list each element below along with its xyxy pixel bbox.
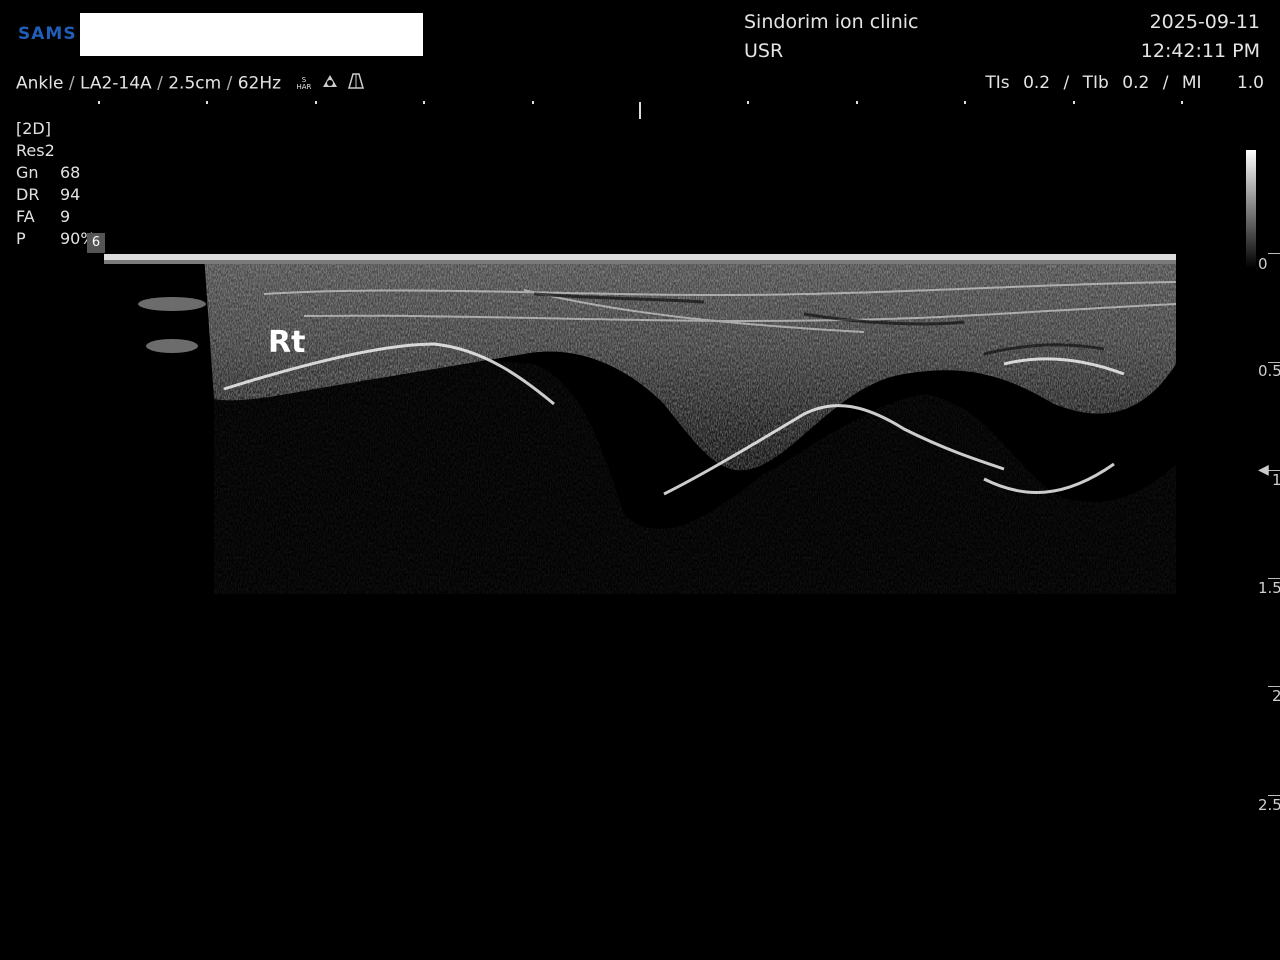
- brand-logo: SAMS: [18, 24, 77, 44]
- tib-label: TIb: [1082, 73, 1109, 93]
- preset-label: Ankle: [16, 73, 64, 94]
- resolution-label: Res2: [16, 141, 55, 160]
- focus-marker-icon[interactable]: 6: [87, 233, 105, 253]
- probe-info-bar: Ankle / LA2-14A / 2.5cm / 62Hz S HAR: [16, 73, 365, 94]
- harmonic-indicator: S HAR: [296, 75, 312, 91]
- lateral-ruler: [98, 101, 1183, 119]
- ultrasound-image[interactable]: [104, 254, 1176, 594]
- exam-time: 12:42:11 PM: [1140, 40, 1260, 62]
- exam-date: 2025-09-11: [1149, 11, 1260, 33]
- tis-label: TIs: [985, 73, 1010, 93]
- depth-label-0: 0: [1258, 255, 1268, 273]
- probe-label: LA2-14A: [79, 73, 152, 94]
- operator-id: USR: [744, 40, 784, 62]
- datetime: 2025-09-11 12:42:11 PM: [1141, 8, 1260, 66]
- frame-rate-label: 62Hz: [237, 73, 282, 94]
- clinic-name: Sindorim ion clinic: [744, 11, 919, 33]
- focus-depth-arrow-icon: ◀: [1258, 462, 1269, 478]
- depth-label-1-5: 1.5: [1258, 579, 1280, 597]
- redacted-patient-info: [80, 13, 423, 56]
- depth-label-1: 1: [1272, 471, 1280, 489]
- mi-label: MI: [1181, 73, 1202, 93]
- depth-label-0-5: 0.5: [1258, 362, 1280, 380]
- safety-indices: TIs 0.2 / TIb 0.2 / MI 1.0: [985, 73, 1264, 93]
- depth-scale: 0 0.5 1 ◀ 1.5 2 2.5: [1252, 0, 1280, 960]
- power-row: P 90%: [16, 229, 96, 248]
- clinic-info: Sindorim ion clinic USR: [744, 8, 918, 66]
- depth-label: 2.5cm: [168, 73, 222, 94]
- tis-value: 0.2: [1023, 73, 1051, 93]
- frame-average-row: FA 9: [16, 207, 71, 226]
- dynamic-range-row: DR 94: [16, 185, 81, 204]
- probe-shape-icon: [348, 73, 365, 94]
- mode-label: [2D]: [16, 119, 51, 138]
- depth-label-2-5: 2.5: [1258, 796, 1280, 814]
- side-annotation: Rt: [268, 325, 306, 360]
- tib-value: 0.2: [1122, 73, 1150, 93]
- gain-row: Gn 68: [16, 163, 81, 182]
- depth-label-2: 2: [1272, 687, 1280, 705]
- imaging-parameters: [2D] Res2 Gn 68 DR 94 FA 9 P 90%: [16, 118, 96, 250]
- sonoview-icon: [321, 73, 339, 94]
